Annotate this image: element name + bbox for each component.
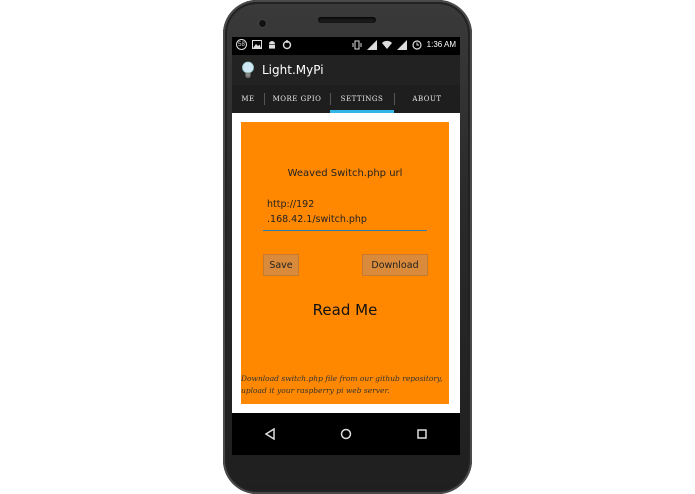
url-label: Weaved Switch.php url: [287, 168, 403, 179]
image-icon: [251, 39, 262, 50]
alarm-clock-icon: [412, 39, 423, 50]
app-title: Light.MyPi: [262, 63, 324, 77]
phone-screen: 58 1:36 AM Light.MyPi ME MORE GPIO SETTI…: [232, 37, 460, 455]
earpiece-speaker: [318, 17, 376, 23]
signal-bars-icon: [367, 39, 378, 50]
front-camera: [259, 20, 266, 27]
tab-label: ME: [241, 95, 255, 103]
vibrate-icon: [352, 39, 363, 50]
tab-about[interactable]: ABOUT: [394, 85, 460, 113]
navigation-bar: [232, 413, 460, 455]
wifi-icon: [382, 39, 393, 50]
recents-icon[interactable]: [407, 419, 437, 449]
tab-label: SETTINGS: [340, 95, 384, 103]
readme-title: Read Me: [312, 301, 378, 319]
download-button[interactable]: Download: [362, 254, 428, 276]
readme-note: Download switch.php file from our github…: [241, 374, 443, 395]
status-bar: 58 1:36 AM: [232, 37, 460, 55]
tab-settings[interactable]: SETTINGS: [330, 85, 394, 113]
tab-more-gpio[interactable]: MORE GPIO: [264, 85, 330, 113]
status-indicators: 1:36 AM: [352, 39, 456, 50]
status-notifications: 58: [236, 39, 292, 50]
tab-label: MORE GPIO: [272, 95, 322, 103]
tab-label: ABOUT: [412, 95, 442, 103]
tab-home[interactable]: ME: [232, 85, 264, 113]
notification-badge-icon: 58: [236, 39, 247, 50]
tab-bar: ME MORE GPIO SETTINGS ABOUT: [232, 85, 460, 113]
url-field[interactable]: http://192 .168.42.1/switch.php: [263, 197, 427, 231]
back-icon[interactable]: [255, 419, 285, 449]
lightbulb-icon[interactable]: [240, 61, 256, 79]
android-icon: [266, 39, 277, 50]
notification-count: 58: [236, 39, 247, 50]
url-value-line1: http://192: [267, 199, 315, 210]
settings-content: Weaved Switch.php url http://192 .168.42…: [232, 113, 460, 413]
sync-icon: [281, 39, 292, 50]
clock-time: 1:36 AM: [426, 40, 456, 49]
network-icon: [397, 39, 408, 50]
save-button[interactable]: Save: [263, 254, 299, 276]
home-icon[interactable]: [331, 419, 361, 449]
action-bar: Light.MyPi: [232, 55, 460, 85]
settings-panel: Weaved Switch.php url http://192 .168.42…: [241, 122, 449, 404]
url-value-line2: .168.42.1/switch.php: [267, 214, 367, 225]
